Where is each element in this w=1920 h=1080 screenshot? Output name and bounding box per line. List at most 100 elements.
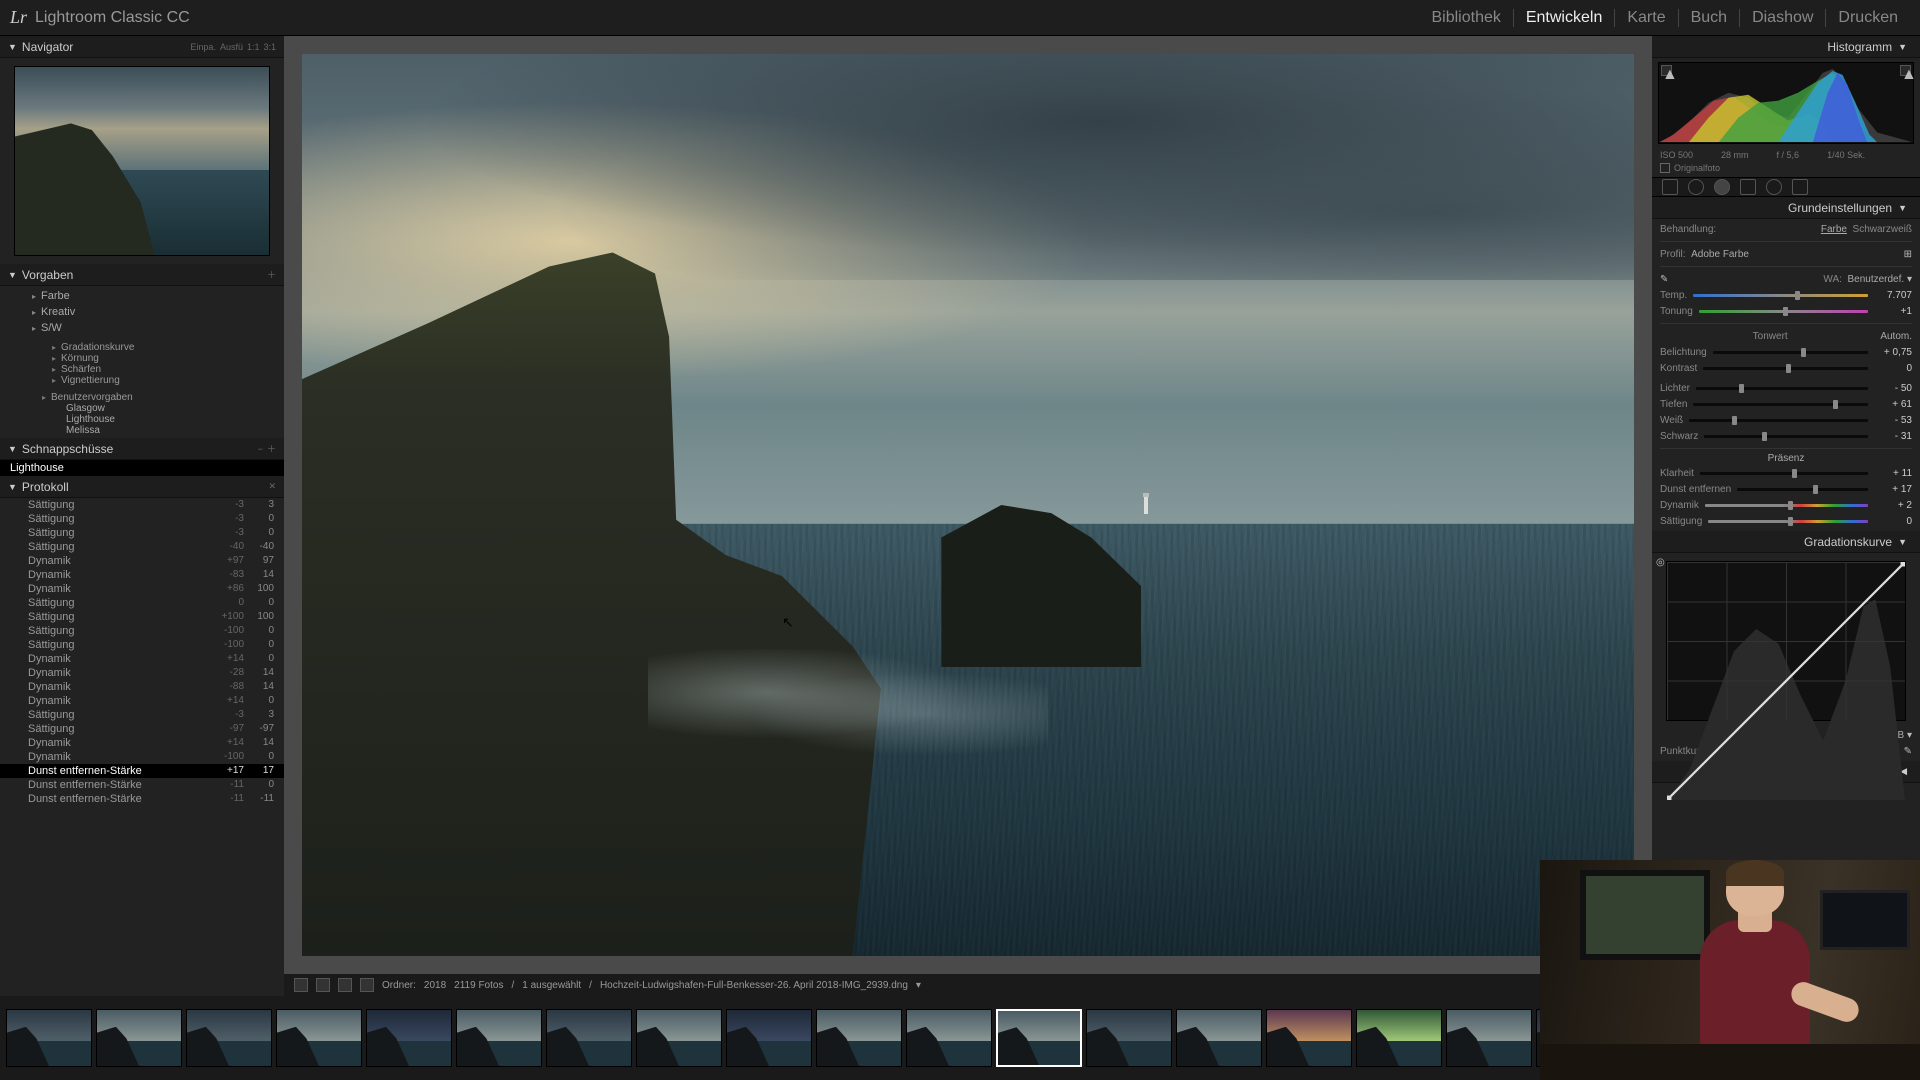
history-row[interactable]: Dynamik-8814 (0, 680, 284, 694)
history-row[interactable]: Sättigung+100100 (0, 610, 284, 624)
highlights-value[interactable]: - 50 (1874, 383, 1912, 394)
history-row[interactable]: Dynamik+9797 (0, 554, 284, 568)
history-row[interactable]: Dynamik-1000 (0, 750, 284, 764)
vibrance-value[interactable]: + 2 (1874, 500, 1912, 511)
preset-item[interactable]: Glasgow (8, 403, 276, 414)
clear-history-icon[interactable]: ✕ (268, 481, 276, 492)
target-adjust-icon[interactable]: ◎ (1656, 557, 1665, 568)
history-row[interactable]: Dynamik+1414 (0, 736, 284, 750)
add-snapshot-icon[interactable]: ＋ (267, 442, 276, 455)
image-canvas[interactable]: ↖ (302, 54, 1634, 956)
preset-item[interactable]: Melissa (8, 425, 276, 436)
history-row[interactable]: Dunst entfernen-Stärke-11-11 (0, 792, 284, 806)
shadows-slider[interactable] (1693, 403, 1868, 406)
module-print[interactable]: Drucken (1826, 9, 1910, 27)
highlights-slider[interactable] (1696, 387, 1868, 390)
contrast-slider[interactable] (1703, 367, 1868, 370)
contrast-value[interactable]: 0 (1874, 363, 1912, 374)
preset-group[interactable]: S/W (8, 320, 276, 336)
history-row[interactable]: Sättigung00 (0, 596, 284, 610)
crop-tool-icon[interactable] (1662, 179, 1678, 195)
history-row[interactable]: Dynamik-2814 (0, 666, 284, 680)
filmstrip-thumb[interactable] (726, 1009, 812, 1067)
snapshot-item[interactable]: Lighthouse (0, 460, 284, 476)
history-row[interactable]: Dynamik-8314 (0, 568, 284, 582)
shadows-value[interactable]: + 61 (1874, 399, 1912, 410)
treatment-bw[interactable]: Schwarzweiß (1853, 224, 1912, 235)
zoom-fit[interactable]: Einpa. (190, 42, 216, 52)
preset-user-header[interactable]: Benutzervorgaben (8, 392, 276, 403)
preset-item[interactable]: Lighthouse (8, 414, 276, 425)
history-row[interactable]: Sättigung-33 (0, 498, 284, 512)
preset-group[interactable]: Gradationskurve (8, 342, 276, 353)
saturation-value[interactable]: 0 (1874, 516, 1912, 527)
clarity-slider[interactable] (1700, 472, 1868, 475)
original-toggle[interactable]: Originalfoto (1652, 162, 1920, 177)
module-map[interactable]: Karte (1615, 9, 1678, 27)
history-header[interactable]: ▼ Protokoll ✕ (0, 476, 284, 498)
filmstrip-thumb[interactable] (276, 1009, 362, 1067)
histogram-chart[interactable]: ▲ ▲ (1658, 62, 1914, 144)
history-row[interactable]: Sättigung-33 (0, 708, 284, 722)
history-row[interactable]: Sättigung-30 (0, 512, 284, 526)
exposure-value[interactable]: + 0,75 (1874, 347, 1912, 358)
filmstrip-thumb[interactable] (996, 1009, 1082, 1067)
module-develop[interactable]: Entwickeln (1514, 9, 1615, 27)
blacks-slider[interactable] (1704, 435, 1868, 438)
profile-dropdown[interactable]: Adobe Farbe (1691, 249, 1749, 260)
view-loupe-button[interactable] (294, 978, 308, 992)
filmstrip-thumb[interactable] (1446, 1009, 1532, 1067)
preset-group[interactable]: Körnung (8, 353, 276, 364)
presets-header[interactable]: ▼ Vorgaben ＋ (0, 264, 284, 286)
history-row[interactable]: Dynamik+86100 (0, 582, 284, 596)
filmstrip-thumb[interactable] (366, 1009, 452, 1067)
whites-slider[interactable] (1689, 419, 1868, 422)
dehaze-value[interactable]: + 17 (1874, 484, 1912, 495)
filmstrip-thumb[interactable] (456, 1009, 542, 1067)
temp-value[interactable]: 7.707 (1874, 290, 1912, 301)
filmstrip-thumb[interactable] (1176, 1009, 1262, 1067)
wb-dropdown[interactable]: Benutzerdef. (1847, 274, 1904, 285)
checkbox-icon[interactable] (1660, 163, 1670, 173)
preset-group[interactable]: Kreativ (8, 304, 276, 320)
temp-slider[interactable] (1693, 294, 1868, 297)
history-row[interactable]: Dunst entfernen-Stärke+1717 (0, 764, 284, 778)
module-library[interactable]: Bibliothek (1419, 9, 1513, 27)
tint-slider[interactable] (1699, 310, 1868, 313)
clarity-value[interactable]: + 11 (1874, 468, 1912, 479)
history-row[interactable]: Sättigung-40-40 (0, 540, 284, 554)
zoom-3to1[interactable]: 3:1 (263, 42, 276, 52)
module-book[interactable]: Buch (1679, 9, 1740, 27)
preset-group[interactable]: Schärfen (8, 364, 276, 375)
curve-header[interactable]: Gradationskurve ▼ (1652, 531, 1920, 553)
filmstrip-thumb[interactable] (1086, 1009, 1172, 1067)
eyedropper-icon[interactable]: ✎ (1660, 274, 1668, 285)
remove-snapshot-icon[interactable]: − (258, 444, 263, 454)
filmstrip-thumb[interactable] (6, 1009, 92, 1067)
tint-value[interactable]: +1 (1874, 306, 1912, 317)
histogram-header[interactable]: Histogramm ▼ (1652, 36, 1920, 58)
filmstrip-thumb[interactable] (96, 1009, 182, 1067)
profile-grid-icon[interactable]: ⊞ (1904, 249, 1912, 260)
add-preset-icon[interactable]: ＋ (267, 268, 276, 281)
preset-group[interactable]: Vignettierung (8, 375, 276, 386)
view-compare-button[interactable] (316, 978, 330, 992)
whites-value[interactable]: - 53 (1874, 415, 1912, 426)
blacks-value[interactable]: - 31 (1874, 431, 1912, 442)
path-folder[interactable]: 2018 (424, 980, 446, 991)
dehaze-slider[interactable] (1737, 488, 1868, 491)
preset-group[interactable]: Farbe (8, 288, 276, 304)
redeye-tool-icon[interactable] (1714, 179, 1730, 195)
history-row[interactable]: Sättigung-1000 (0, 624, 284, 638)
history-row[interactable]: Dunst entfernen-Stärke-110 (0, 778, 284, 792)
filmstrip-thumb[interactable] (816, 1009, 902, 1067)
filmstrip-thumb[interactable] (906, 1009, 992, 1067)
snapshots-header[interactable]: ▼ Schnappschüsse − ＋ (0, 438, 284, 460)
auto-tone-button[interactable]: Autom. (1880, 331, 1912, 342)
spot-tool-icon[interactable] (1688, 179, 1704, 195)
brush-tool-icon[interactable] (1792, 179, 1808, 195)
history-row[interactable]: Dynamik+140 (0, 694, 284, 708)
history-row[interactable]: Sättigung-1000 (0, 638, 284, 652)
basic-header[interactable]: Grundeinstellungen ▼ (1652, 197, 1920, 219)
path-filename[interactable]: Hochzeit-Ludwigshafen-Full-Benkesser-26.… (600, 980, 908, 991)
